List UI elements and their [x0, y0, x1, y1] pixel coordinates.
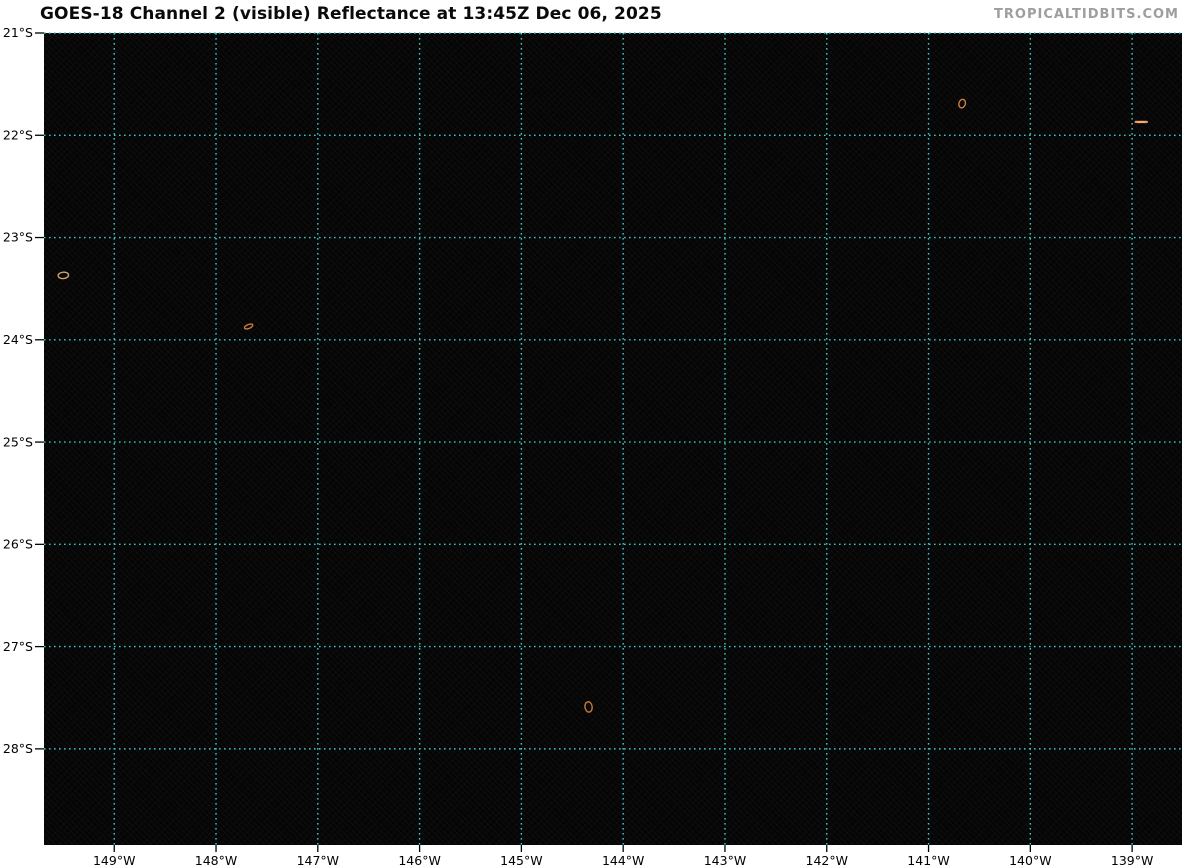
lon-tick-label: 146°W	[398, 853, 440, 867]
lat-tick-label: 26°S	[3, 537, 33, 552]
tropicaltidbits-watermark: TROPICALTIDBITS.COM	[994, 7, 1179, 22]
lat-tick-label: 24°S	[3, 332, 33, 347]
lon-tick-label: 142°W	[806, 853, 848, 867]
lon-tick-label: 143°W	[704, 853, 746, 867]
lon-tick-label: 149°W	[93, 853, 135, 867]
lat-tick-label: 22°S	[3, 127, 33, 142]
page-title: GOES-18 Channel 2 (visible) Reflectance …	[40, 4, 662, 24]
satellite-map-background	[44, 33, 1182, 845]
lon-tick-label: 145°W	[500, 853, 542, 867]
lat-tick-label: 21°S	[3, 25, 33, 40]
lon-tick-label: 140°W	[1009, 853, 1051, 867]
lat-tick-label: 23°S	[3, 230, 33, 245]
lon-tick-label: 141°W	[907, 853, 949, 867]
lon-tick-label: 139°W	[1111, 853, 1153, 867]
lat-tick-label: 25°S	[3, 434, 33, 449]
lon-tick-label: 144°W	[602, 853, 644, 867]
lon-tick-label: 148°W	[195, 853, 237, 867]
lat-tick-label: 28°S	[3, 741, 33, 756]
lon-tick-label: 147°W	[297, 853, 339, 867]
lat-tick-label: 27°S	[3, 639, 33, 654]
